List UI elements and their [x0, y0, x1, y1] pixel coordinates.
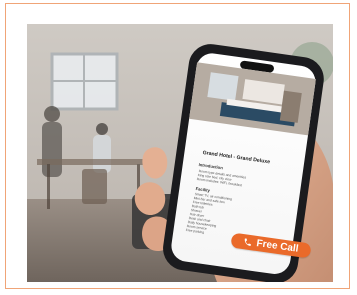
phone-icon	[245, 238, 252, 247]
window	[50, 52, 119, 111]
hotel-booking-photo: Grand Hotel - Grand Deluxe Introduction …	[27, 24, 333, 282]
image-frame: Grand Hotel - Grand Deluxe Introduction …	[5, 3, 350, 289]
